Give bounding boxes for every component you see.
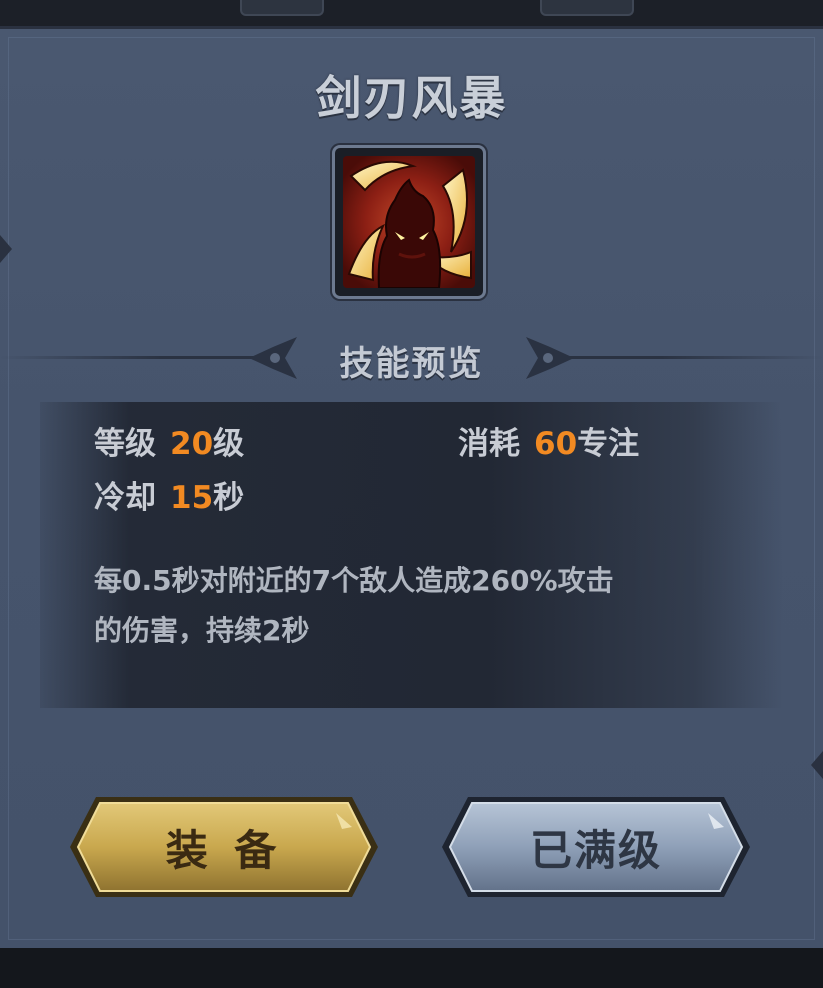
description-line-1: 每0.5秒对附近的7个敌人造成260%攻击 [94,564,614,597]
cooldown-unit: 秒 [213,480,245,516]
top-tab-right [540,0,634,16]
skill-title: 剑刃风暴 [315,71,508,125]
divider-line-right [553,356,823,359]
cost-label: 消耗 [458,426,520,462]
left-edge-notch [0,235,12,263]
section-divider: 技能预览 [0,332,823,384]
section-title: 技能预览 [339,344,484,384]
skill-description: 每0.5秒对附近的7个敌人造成260%攻击 的伤害，持续2秒 [94,556,754,656]
skill-info-box: 等级 20级 消耗 60专注 冷却 15秒 每0.5秒对附近的7个敌人造成260%攻击… [40,402,783,708]
level-stat: 等级 20级 [94,418,244,463]
maxed-level-button[interactable]: 已满级 [438,793,754,901]
equip-button[interactable]: 装 备 [66,793,382,901]
blade-storm-skill-icon [343,156,475,288]
level-label: 等级 [94,426,156,462]
level-unit: 级 [213,426,245,462]
description-line-2: 的伤害，持续2秒 [94,614,310,647]
level-value: 20 [170,426,214,462]
right-edge-notch [811,751,823,779]
maxed-button-label: 已满级 [529,825,662,875]
cost-unit: 专注 [577,426,640,462]
skill-icon-frame [332,145,486,299]
top-tab-left [240,0,324,16]
cooldown-label: 冷却 [94,480,156,516]
cost-stat: 消耗 60专注 [458,418,639,463]
cooldown-value: 15 [170,480,214,516]
equip-button-label: 装 备 [165,825,283,875]
cost-value: 60 [534,426,578,462]
bottom-bar [0,948,823,988]
cooldown-stat: 冷却 15秒 [94,472,244,517]
